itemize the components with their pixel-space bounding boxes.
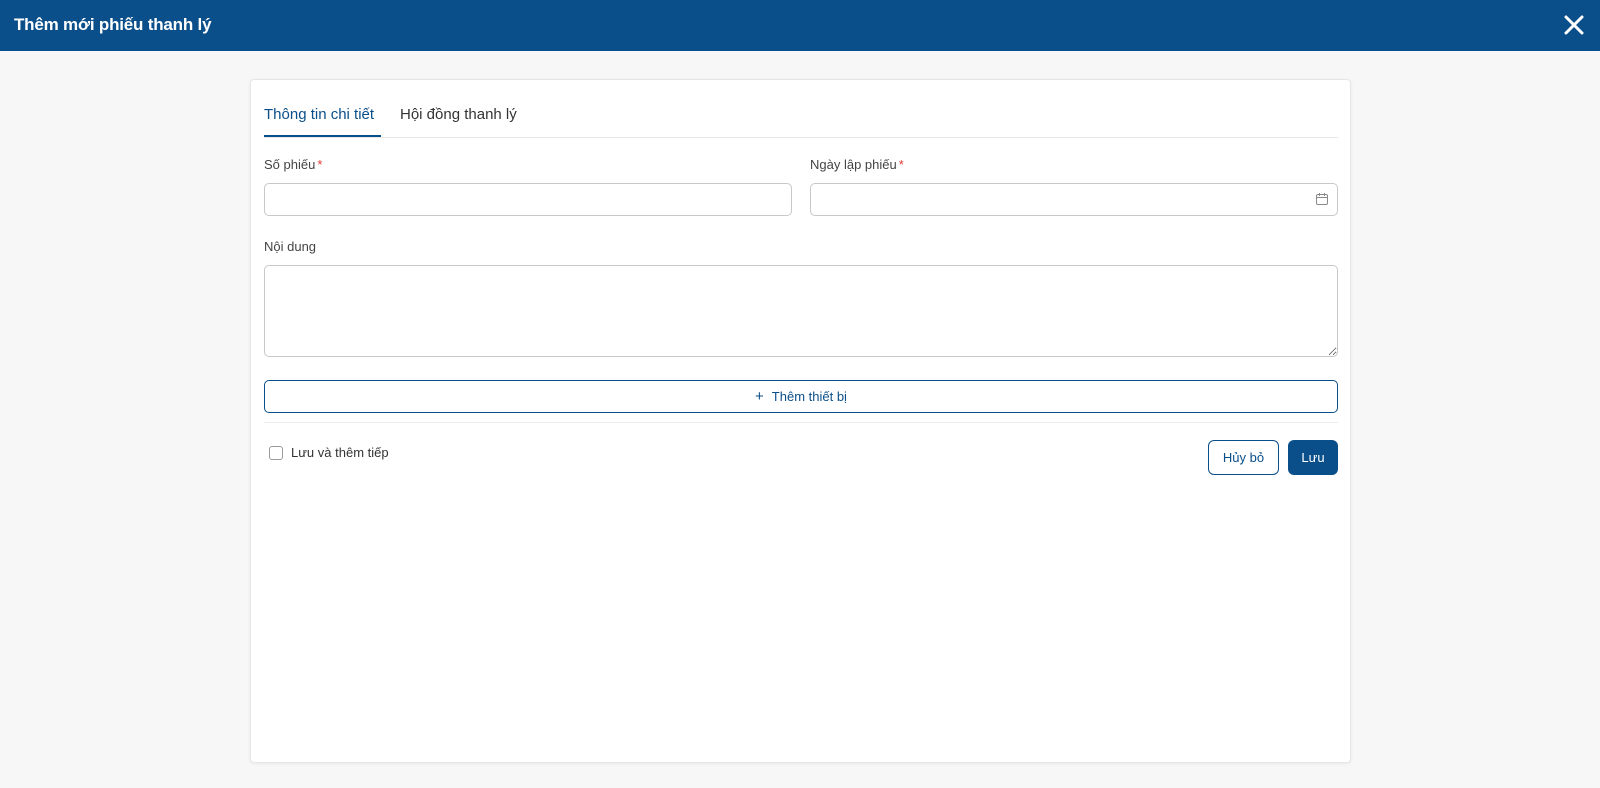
so-phieu-label: Số phiếu *: [264, 157, 322, 172]
tab-bar: Thông tin chi tiết Hội đồng thanh lý: [264, 80, 1338, 138]
save-and-continue-label: Lưu và thêm tiếp: [291, 445, 389, 460]
close-icon[interactable]: [1562, 13, 1586, 37]
save-button[interactable]: Lưu: [1288, 440, 1338, 475]
add-device-button[interactable]: + Thêm thiết bị: [264, 380, 1338, 413]
ngay-lap-phieu-label-text: Ngày lập phiếu: [810, 157, 897, 172]
required-mark: *: [317, 157, 323, 172]
ngay-lap-phieu-input[interactable]: [810, 183, 1338, 216]
ngay-lap-phieu-label: Ngày lập phiếu *: [810, 157, 904, 172]
noi-dung-label: Nội dung: [264, 239, 317, 254]
required-mark: *: [898, 157, 904, 172]
so-phieu-label-text: Số phiếu: [264, 157, 316, 172]
calendar-icon[interactable]: [1315, 192, 1329, 206]
dialog-title: Thêm mới phiếu thanh lý: [14, 15, 212, 34]
save-and-continue-checkbox[interactable]: Lưu và thêm tiếp: [269, 445, 389, 460]
form-card: Thông tin chi tiết Hội đồng thanh lý Số …: [250, 79, 1351, 763]
plus-icon: +: [755, 388, 764, 405]
tab-thong-tin-chi-tiet[interactable]: Thông tin chi tiết: [264, 106, 374, 123]
active-tab-indicator: [264, 135, 381, 137]
cancel-button[interactable]: Hủy bỏ: [1208, 440, 1279, 475]
so-phieu-input[interactable]: [264, 183, 792, 216]
dialog-header: Thêm mới phiếu thanh lý: [0, 0, 1600, 51]
checkbox-box[interactable]: [269, 445, 283, 460]
tab-hoi-dong-thanh-ly[interactable]: Hội đồng thanh lý: [400, 106, 517, 123]
noi-dung-textarea[interactable]: [264, 265, 1338, 357]
add-device-label: Thêm thiết bị: [771, 389, 847, 404]
divider: [264, 422, 1338, 423]
